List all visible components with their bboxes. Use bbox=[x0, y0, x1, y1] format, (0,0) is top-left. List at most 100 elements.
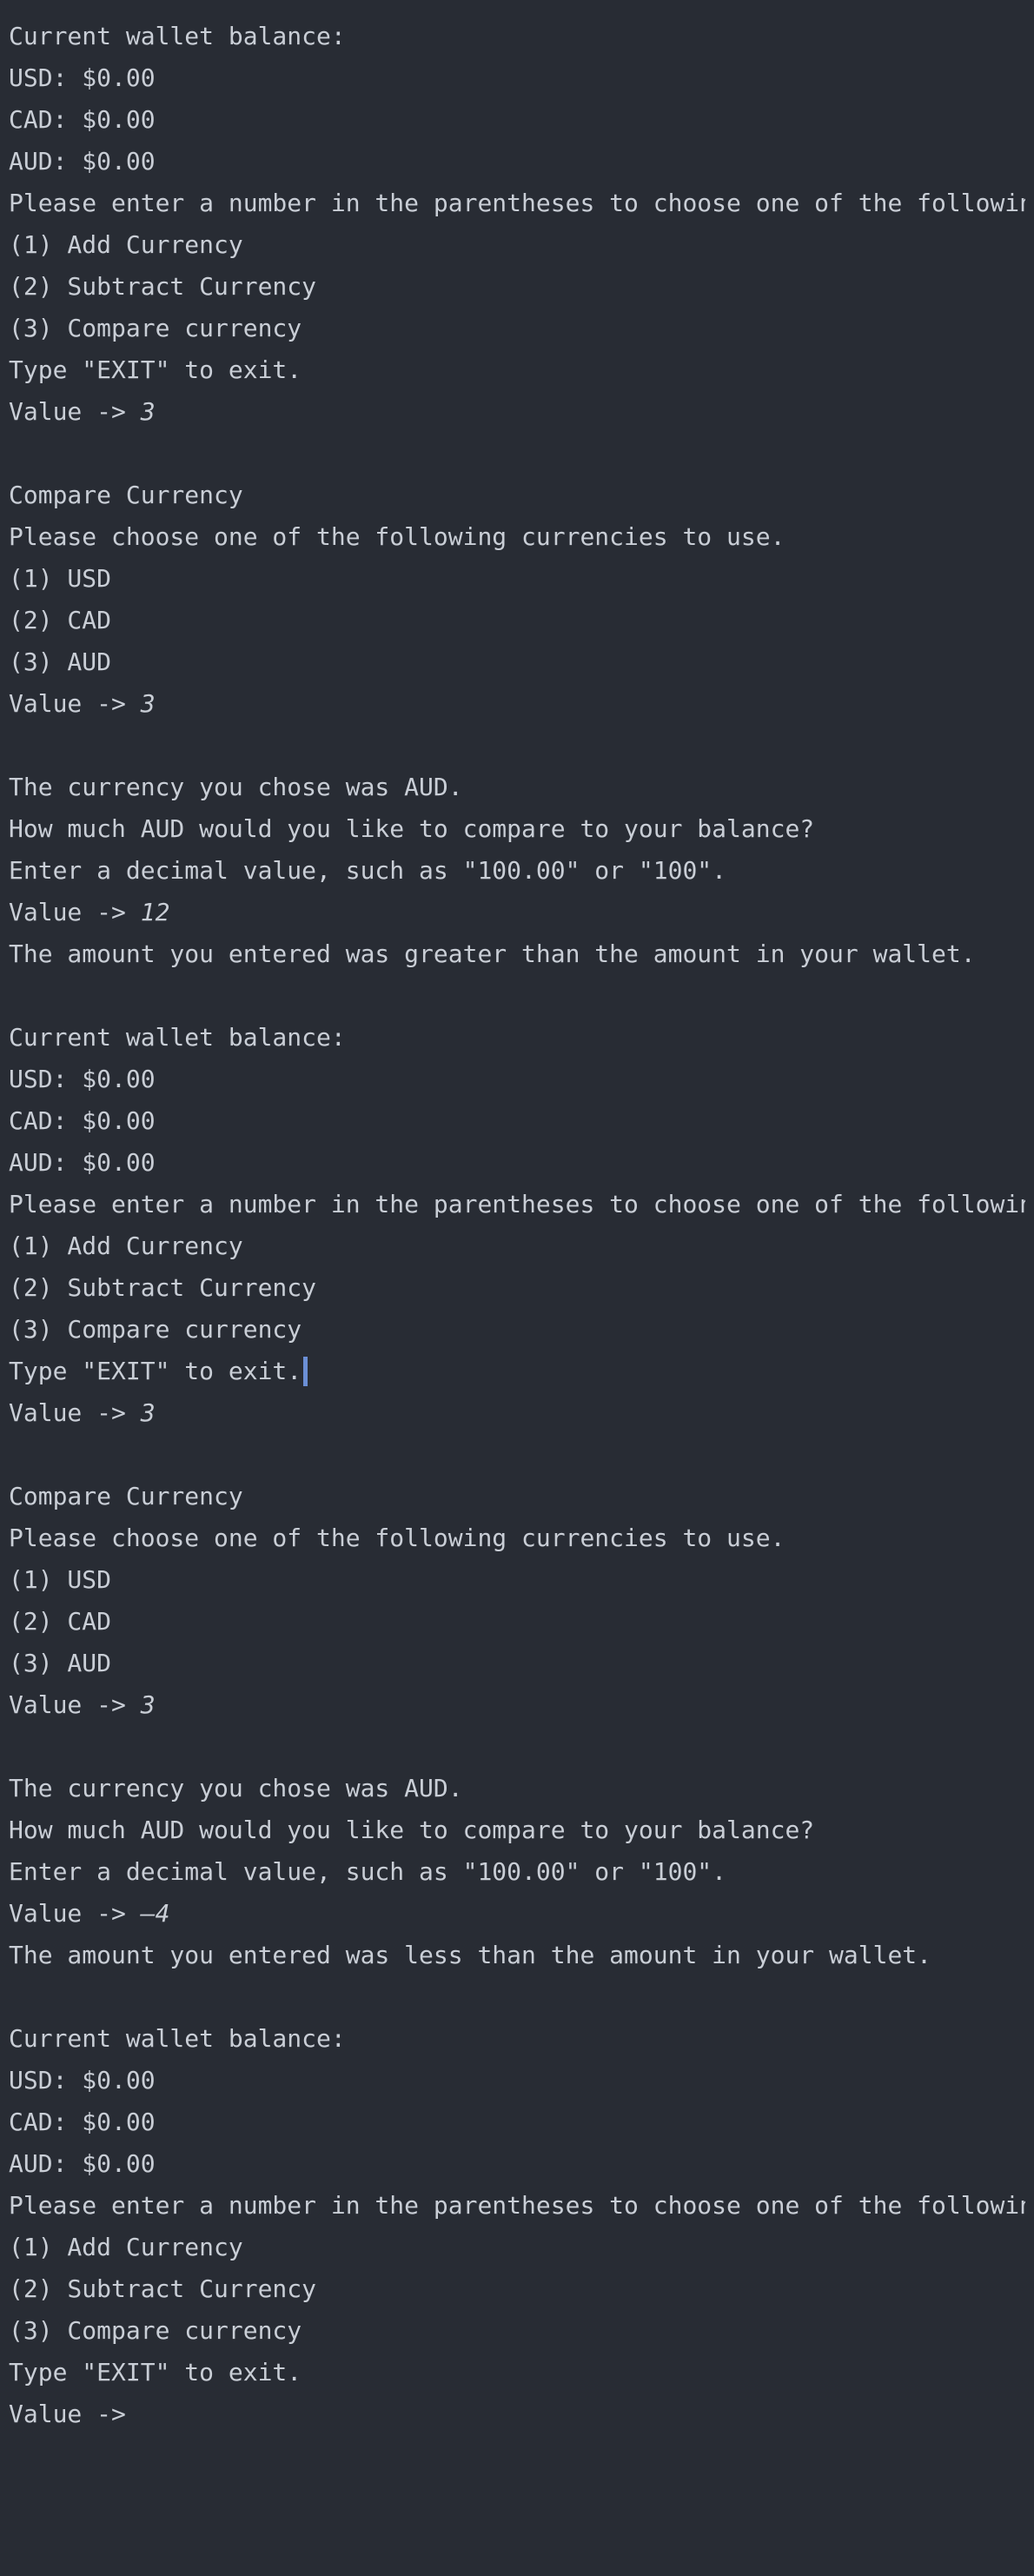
output-text: USD: $0.00 bbox=[9, 63, 156, 92]
output-line: (1) USD bbox=[9, 561, 111, 603]
user-input: 3 bbox=[140, 397, 156, 426]
output-line: How much AUD would you like to compare t… bbox=[9, 1813, 814, 1855]
output-line: (2) Subtract Currency bbox=[9, 2272, 316, 2314]
output-line: Please choose one of the following curre… bbox=[9, 1521, 785, 1563]
output-line: (1) Add Currency bbox=[9, 1229, 243, 1271]
output-text: Type "EXIT" to exit. bbox=[9, 1357, 302, 1385]
output-line: Type "EXIT" to exit. bbox=[9, 2355, 302, 2397]
output-text: (2) Subtract Currency bbox=[9, 1273, 317, 1302]
output-line: (2) Subtract Currency bbox=[9, 269, 316, 311]
output-text: AUD: $0.00 bbox=[9, 2149, 156, 2178]
output-text: CAD: $0.00 bbox=[9, 105, 156, 134]
output-line: (2) CAD bbox=[9, 603, 111, 645]
output-line: (3) AUD bbox=[9, 1646, 111, 1688]
output-text: Please enter a number in the parentheses… bbox=[9, 1190, 1025, 1218]
prompt-label: Value -> bbox=[9, 397, 141, 426]
output-line: CAD: $0.00 bbox=[9, 2105, 156, 2147]
output-line: (1) USD bbox=[9, 1563, 111, 1604]
output-text: Please enter a number in the parentheses… bbox=[9, 189, 1025, 217]
output-line: AUD: $0.00 bbox=[9, 1145, 156, 1187]
output-line: AUD: $0.00 bbox=[9, 2147, 156, 2188]
output-text: USD: $0.00 bbox=[9, 1065, 156, 1093]
output-line: Enter a decimal value, such as "100.00" … bbox=[9, 1855, 726, 1896]
output-line: Compare Currency bbox=[9, 478, 243, 520]
output-text: (2) CAD bbox=[9, 606, 112, 634]
output-text: Current wallet balance: bbox=[9, 1023, 346, 1052]
output-text: Compare Currency bbox=[9, 1482, 243, 1510]
output-text: Current wallet balance: bbox=[9, 22, 346, 50]
prompt-line: Value -> –4 bbox=[9, 1896, 169, 1938]
prompt-label: Value -> bbox=[9, 1398, 141, 1427]
output-line: (1) Add Currency bbox=[9, 2230, 243, 2272]
user-input: 12 bbox=[140, 898, 170, 926]
prompt-line: Value -> 12 bbox=[9, 895, 169, 937]
output-text: (2) CAD bbox=[9, 1607, 112, 1636]
output-line: Current wallet balance: bbox=[9, 2022, 346, 2063]
output-line: The currency you chose was AUD. bbox=[9, 770, 463, 812]
output-text: (3) Compare currency bbox=[9, 2316, 302, 2345]
output-text: USD: $0.00 bbox=[9, 2066, 156, 2095]
output-text: How much AUD would you like to compare t… bbox=[9, 814, 815, 843]
prompt-line: Value -> 3 bbox=[9, 1688, 156, 1730]
user-input: –4 bbox=[140, 1899, 170, 1928]
user-input: 3 bbox=[140, 1398, 156, 1427]
output-text: (1) Add Currency bbox=[9, 1232, 243, 1260]
output-text: Enter a decimal value, such as "100.00" … bbox=[9, 1857, 727, 1886]
prompt-label: Value -> bbox=[9, 898, 141, 926]
output-line: (1) Add Currency bbox=[9, 228, 243, 269]
output-text: (1) Add Currency bbox=[9, 230, 243, 259]
prompt-label: Value -> bbox=[9, 2400, 126, 2428]
output-line: Type "EXIT" to exit. bbox=[9, 1354, 308, 1396]
output-text: Please choose one of the following curre… bbox=[9, 1524, 785, 1552]
output-line: (2) Subtract Currency bbox=[9, 1271, 316, 1312]
output-text: (1) Add Currency bbox=[9, 2233, 243, 2261]
prompt-line: Value -> 3 bbox=[9, 687, 156, 728]
output-text: (3) AUD bbox=[9, 1649, 112, 1677]
output-text: (3) Compare currency bbox=[9, 1315, 302, 1344]
output-text: CAD: $0.00 bbox=[9, 1106, 156, 1135]
output-text: (2) Subtract Currency bbox=[9, 272, 317, 301]
output-text: CAD: $0.00 bbox=[9, 2108, 156, 2136]
output-line: (3) AUD bbox=[9, 645, 111, 687]
output-line: Please enter a number in the parentheses… bbox=[9, 186, 1025, 228]
output-text: (2) Subtract Currency bbox=[9, 2274, 317, 2303]
output-line: (3) Compare currency bbox=[9, 311, 302, 353]
output-line: Please choose one of the following curre… bbox=[9, 520, 785, 561]
output-text: Compare Currency bbox=[9, 481, 243, 509]
output-line: CAD: $0.00 bbox=[9, 1104, 156, 1145]
output-line: Please enter a number in the parentheses… bbox=[9, 2188, 1025, 2230]
output-line: The currency you chose was AUD. bbox=[9, 1771, 463, 1813]
output-text: The amount you entered was greater than … bbox=[9, 939, 976, 968]
output-line: Current wallet balance: bbox=[9, 19, 346, 61]
output-text: (3) Compare currency bbox=[9, 314, 302, 342]
prompt-label: Value -> bbox=[9, 689, 141, 718]
output-text: (1) USD bbox=[9, 1565, 112, 1594]
output-text: The amount you entered was less than the… bbox=[9, 1941, 932, 1969]
output-line: Current wallet balance: bbox=[9, 1020, 346, 1062]
prompt-label: Value -> bbox=[9, 1899, 141, 1928]
output-text: AUD: $0.00 bbox=[9, 1148, 156, 1177]
output-text: Type "EXIT" to exit. bbox=[9, 355, 302, 384]
output-line: AUD: $0.00 bbox=[9, 144, 156, 186]
output-line: CAD: $0.00 bbox=[9, 103, 156, 144]
output-line: The amount you entered was less than the… bbox=[9, 1938, 931, 1980]
output-line: USD: $0.00 bbox=[9, 61, 156, 103]
output-text: The currency you chose was AUD. bbox=[9, 1774, 463, 1803]
prompt-label: Value -> bbox=[9, 1690, 141, 1719]
output-line: USD: $0.00 bbox=[9, 2063, 156, 2105]
output-text: (1) USD bbox=[9, 564, 112, 593]
output-text: How much AUD would you like to compare t… bbox=[9, 1816, 815, 1844]
output-line: (3) Compare currency bbox=[9, 1312, 302, 1354]
terminal-output[interactable]: Current wallet balance: USD: $0.00 CAD: $0… bbox=[9, 19, 1025, 2566]
output-text: Enter a decimal value, such as "100.00" … bbox=[9, 856, 727, 885]
output-line: (2) CAD bbox=[9, 1604, 111, 1646]
output-line: Please enter a number in the parentheses… bbox=[9, 1187, 1025, 1229]
prompt-line: Value -> bbox=[9, 2397, 126, 2439]
output-text: Type "EXIT" to exit. bbox=[9, 2358, 302, 2387]
output-line: How much AUD would you like to compare t… bbox=[9, 812, 814, 853]
output-line: USD: $0.00 bbox=[9, 1062, 156, 1104]
output-text: Current wallet balance: bbox=[9, 2024, 346, 2053]
output-line: The amount you entered was greater than … bbox=[9, 937, 976, 979]
output-text: Please choose one of the following curre… bbox=[9, 522, 785, 551]
output-line: Enter a decimal value, such as "100.00" … bbox=[9, 853, 726, 895]
